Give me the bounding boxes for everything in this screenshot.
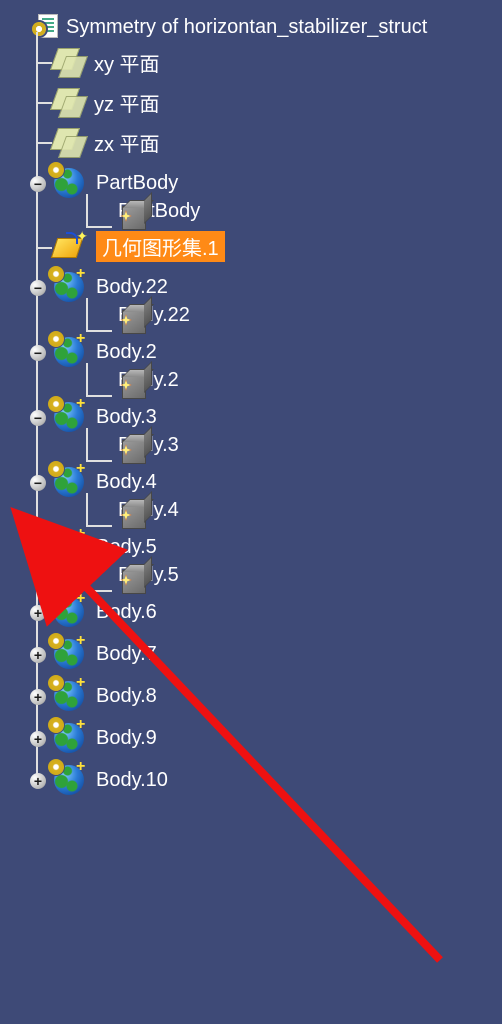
tree-node-body[interactable]: + Body.22 Body.22 <box>52 266 502 331</box>
body-label: Body.6 <box>96 601 157 624</box>
expand-toggle[interactable] <box>30 689 46 705</box>
expand-toggle[interactable] <box>30 647 46 663</box>
collapse-toggle[interactable] <box>30 280 46 296</box>
root-children: xy 平面 yz 平面 zx 平面 PartBody <box>26 42 502 801</box>
body-label: Body.22 <box>96 276 168 299</box>
body-label: Body.9 <box>96 727 157 750</box>
tree-node-solid[interactable]: Body.4 <box>114 499 502 522</box>
tree-node-body[interactable]: + Body.7 <box>52 633 502 675</box>
collapse-toggle[interactable] <box>30 176 46 192</box>
tree-node-solid[interactable]: Body.22 <box>114 304 502 327</box>
tree-node-body[interactable]: + Body.6 <box>52 591 502 633</box>
tree-node-solid[interactable]: Body.3 <box>114 434 502 457</box>
plane-icon <box>52 46 84 78</box>
tree-node-partbody[interactable]: PartBody PartBody <box>52 162 502 227</box>
tree-node-body[interactable]: + Body.2 Body.2 <box>52 331 502 396</box>
tree-node-plane[interactable]: zx 平面 <box>52 122 502 162</box>
expand-toggle[interactable] <box>30 731 46 747</box>
plane-label: xy 平面 <box>94 48 160 77</box>
body-label: Body.3 <box>96 406 157 429</box>
body-icon: + <box>52 400 86 434</box>
body-icon: + <box>52 637 86 671</box>
collapse-toggle[interactable] <box>30 475 46 491</box>
body-icon: + <box>52 270 86 304</box>
body-icon: + <box>52 763 86 797</box>
body-label: Body.5 <box>96 536 157 559</box>
expand-toggle[interactable] <box>30 773 46 789</box>
tree-node-body[interactable]: + Body.9 <box>52 717 502 759</box>
body-icon: + <box>52 595 86 629</box>
body-label: Body.2 <box>96 341 157 364</box>
plane-label: yz 平面 <box>94 88 160 117</box>
tree-node-body[interactable]: + Body.5 Body.5 <box>52 526 502 591</box>
body-label: Body.8 <box>96 685 157 708</box>
plane-icon <box>52 86 84 118</box>
specification-tree[interactable]: Symmetry of horizontan_stabilizer_struct… <box>0 0 502 801</box>
tree-node-plane[interactable]: yz 平面 <box>52 82 502 122</box>
plane-label: zx 平面 <box>94 128 160 157</box>
body-icon: + <box>52 465 86 499</box>
body-icon: + <box>52 721 86 755</box>
tree-node-solid[interactable]: Body.5 <box>114 564 502 587</box>
body-label: PartBody <box>96 172 178 195</box>
geometrical-set-icon: ✦ <box>52 232 86 262</box>
tree-node-body[interactable]: + Body.10 <box>52 759 502 801</box>
body-label: Body.4 <box>96 471 157 494</box>
body-icon: + <box>52 530 86 564</box>
collapse-toggle[interactable] <box>30 345 46 361</box>
body-icon <box>52 166 86 200</box>
root-label: Symmetry of horizontan_stabilizer_struct <box>66 16 427 39</box>
tree-node-body[interactable]: + Body.4 Body.4 <box>52 461 502 526</box>
body-label: Body.7 <box>96 643 157 666</box>
tree-node-solid[interactable]: Body.2 <box>114 369 502 392</box>
collapse-toggle[interactable] <box>30 540 46 556</box>
tree-node-solid[interactable]: PartBody <box>114 200 502 223</box>
collapse-toggle[interactable] <box>30 410 46 426</box>
tree-node-geoset[interactable]: ✦ 几何图形集.1 <box>52 227 502 266</box>
body-label: Body.10 <box>96 769 168 792</box>
geoset-label: 几何图形集.1 <box>96 231 225 262</box>
tree-node-body[interactable]: + Body.3 Body.3 <box>52 396 502 461</box>
tree-node-plane[interactable]: xy 平面 <box>52 42 502 82</box>
body-icon: + <box>52 679 86 713</box>
body-icon: + <box>52 335 86 369</box>
tree-root-node[interactable]: Symmetry of horizontan_stabilizer_struct <box>32 12 502 42</box>
plane-icon <box>52 126 84 158</box>
expand-toggle[interactable] <box>30 605 46 621</box>
tree-node-body[interactable]: + Body.8 <box>52 675 502 717</box>
